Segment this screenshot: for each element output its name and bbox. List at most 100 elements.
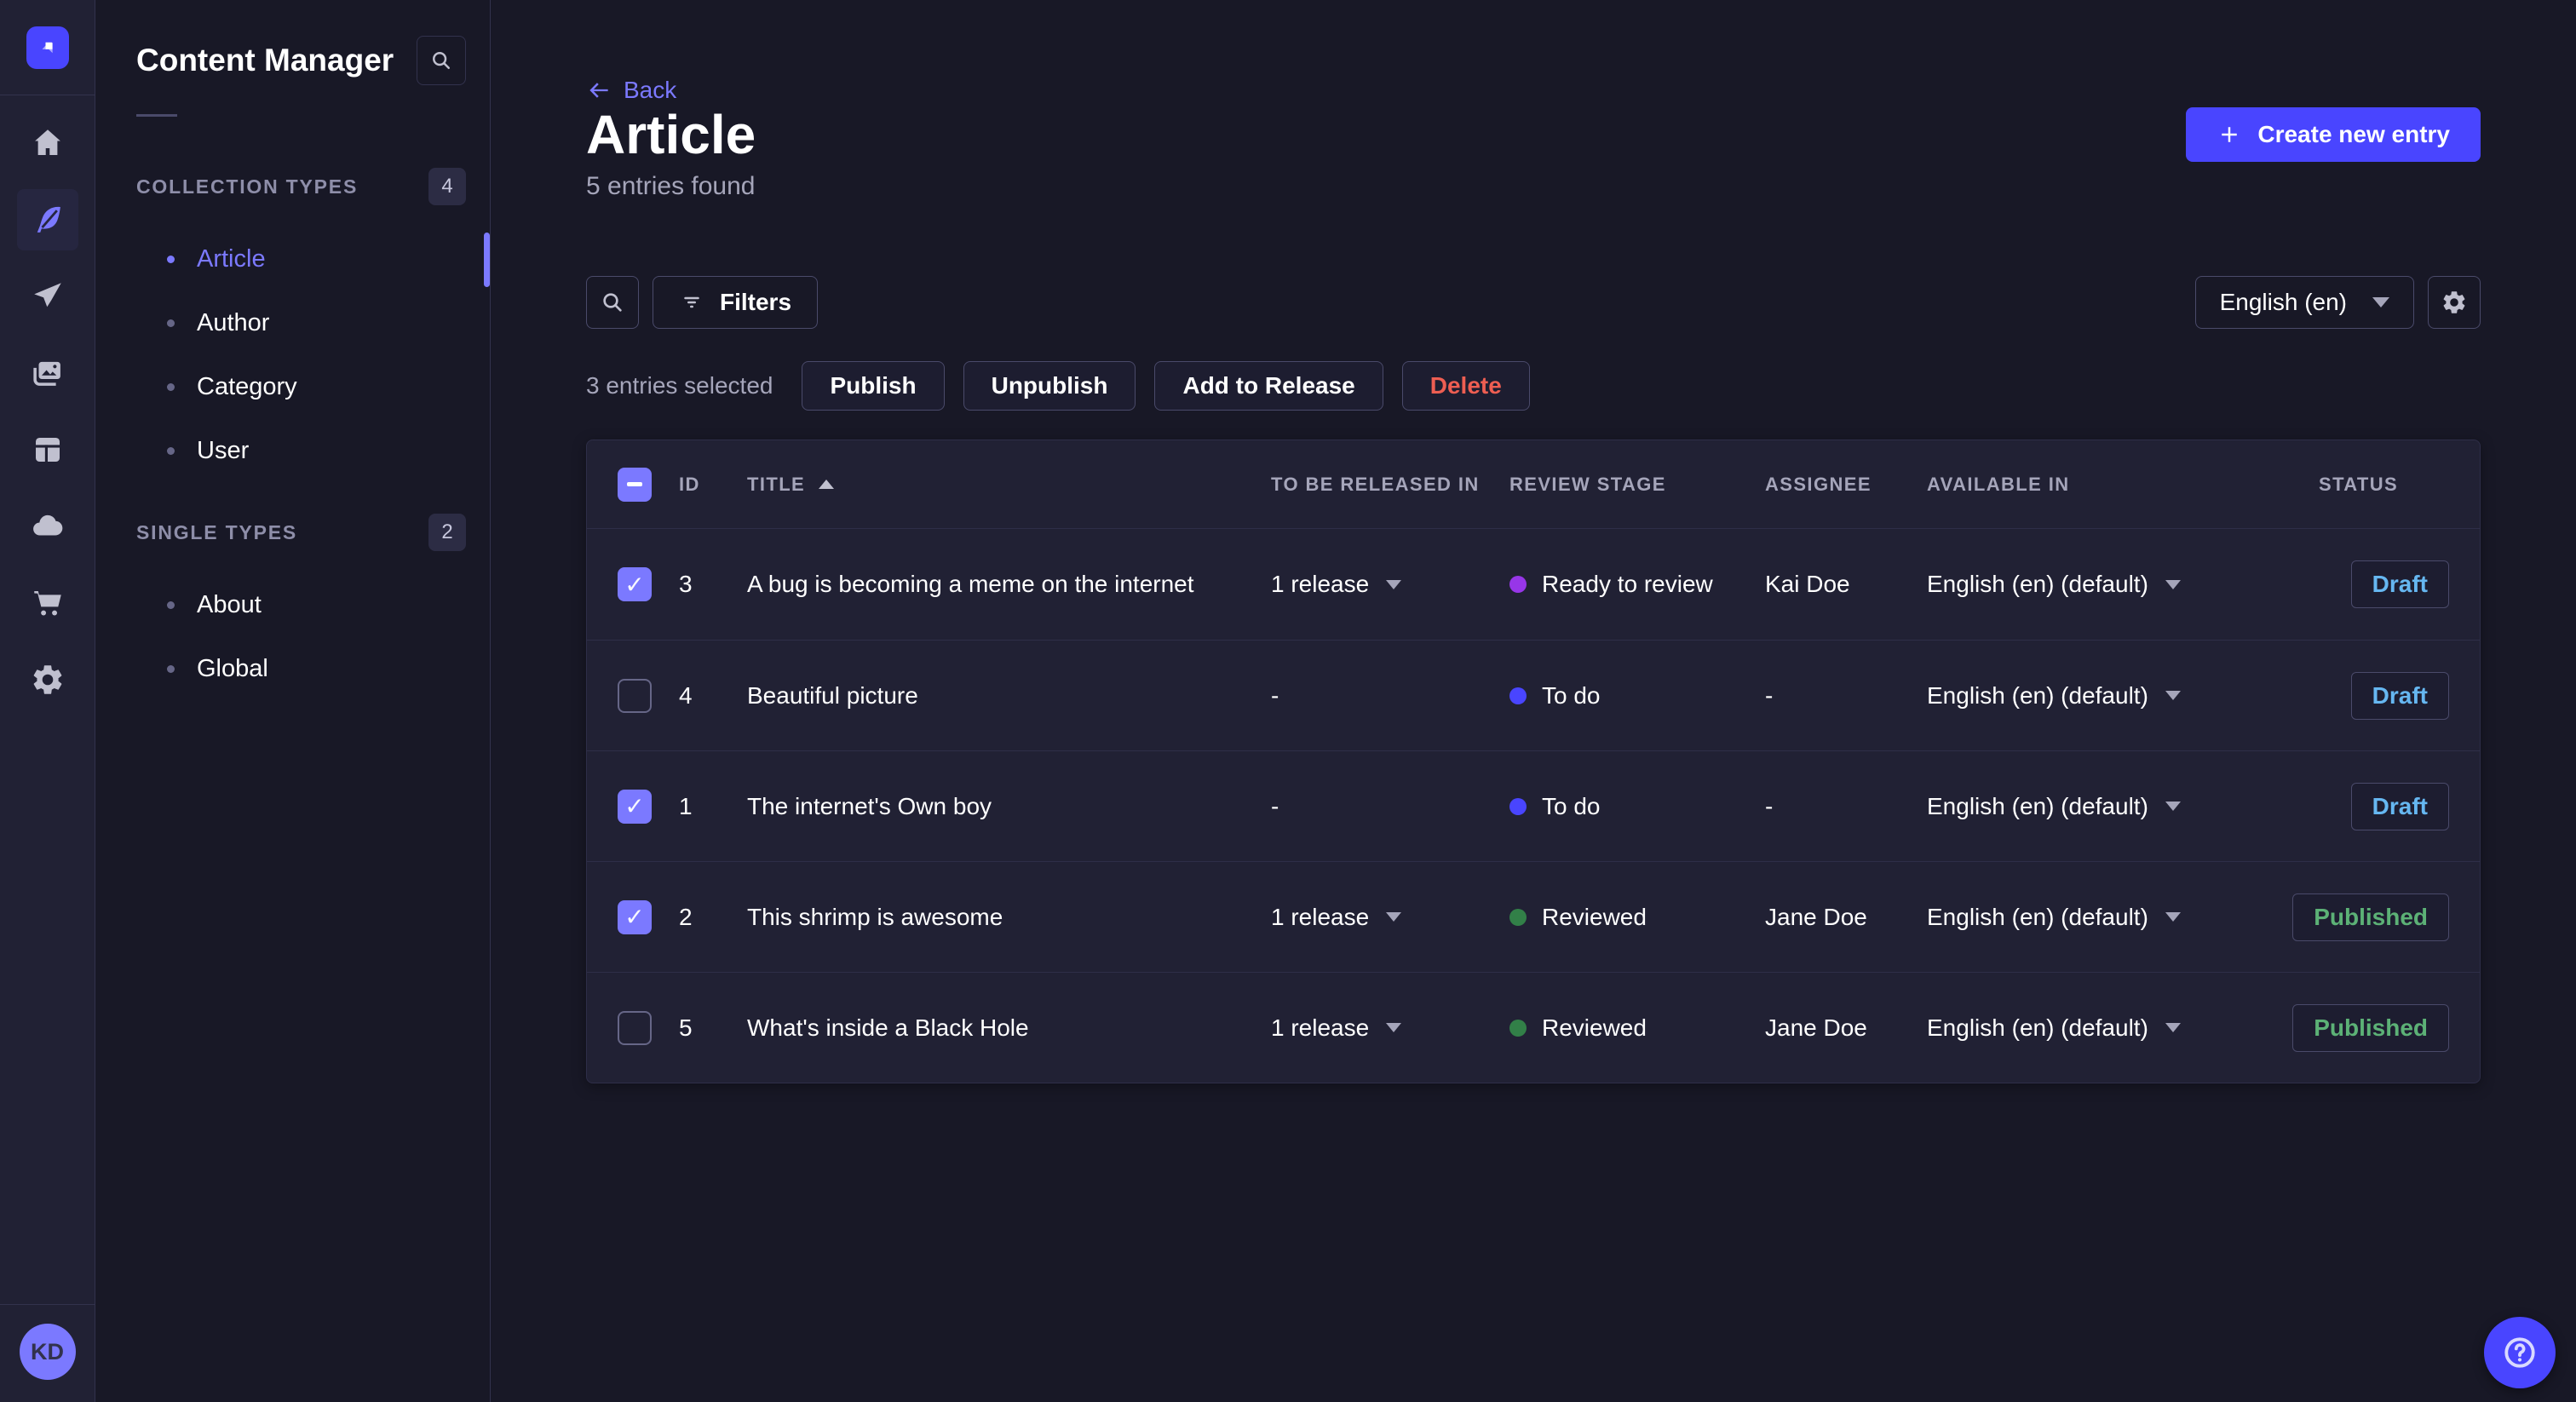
- available-chevron-down-icon[interactable]: [2165, 691, 2181, 700]
- stage-dot-icon: [1509, 576, 1527, 593]
- status-badge: Draft: [2350, 782, 2449, 830]
- table-body: 3 A bug is becoming a meme on the intern…: [587, 529, 2480, 1083]
- view-settings-button[interactable]: [2428, 276, 2481, 329]
- row-available-in: English (en) (default): [1927, 1014, 2148, 1041]
- bullet-icon: [167, 383, 175, 391]
- back-link[interactable]: Back: [586, 77, 676, 104]
- main-nav-rail: KD: [0, 0, 95, 1402]
- row-review-stage: To do: [1542, 792, 1601, 819]
- bullet-icon: [167, 447, 175, 455]
- row-id: 4: [679, 681, 693, 709]
- row-title: The internet's Own boy: [747, 792, 992, 819]
- bullet-icon: [167, 601, 175, 609]
- status-badge: Published: [2292, 1003, 2449, 1052]
- header-id: ID: [679, 473, 700, 495]
- table-row[interactable]: 5 What's inside a Black Hole 1 release R…: [587, 972, 2480, 1083]
- row-review-stage: Ready to review: [1542, 571, 1713, 597]
- table-row[interactable]: 3 A bug is becoming a meme on the intern…: [587, 529, 2480, 640]
- bullet-icon: [167, 319, 175, 327]
- available-chevron-down-icon[interactable]: [2165, 1023, 2181, 1032]
- sidebar-item-article[interactable]: Article: [95, 227, 490, 291]
- row-checkbox[interactable]: [618, 899, 652, 934]
- sidebar-item-label: Category: [197, 373, 297, 400]
- gear-icon[interactable]: [17, 649, 78, 710]
- select-all-checkbox[interactable]: [618, 467, 652, 502]
- sidebar-item-user[interactable]: User: [95, 419, 490, 483]
- row-id: 5: [679, 1014, 693, 1041]
- row-title: What's inside a Black Hole: [747, 1014, 1029, 1041]
- header-assignee: ASSIGNEE: [1765, 473, 1872, 495]
- table-row[interactable]: 1 The internet's Own boy - To do - Engli…: [587, 750, 2480, 861]
- search-icon: [433, 52, 450, 69]
- feather-icon[interactable]: [16, 189, 78, 250]
- available-chevron-down-icon[interactable]: [2165, 802, 2181, 811]
- row-checkbox[interactable]: [618, 567, 652, 601]
- logo-area: [0, 0, 95, 95]
- locale-select[interactable]: English (en): [2194, 276, 2414, 329]
- publish-button[interactable]: Publish: [802, 361, 945, 411]
- strapi-logo-icon[interactable]: [26, 26, 69, 69]
- row-available-in: English (en) (default): [1927, 792, 2148, 819]
- header-title[interactable]: TITLE: [747, 474, 1271, 496]
- gear-icon: [2443, 291, 2465, 313]
- add-to-release-button[interactable]: Add to Release: [1154, 361, 1383, 411]
- search-button[interactable]: [586, 276, 639, 329]
- status-badge: Published: [2292, 893, 2449, 941]
- unpublish-button[interactable]: Unpublish: [963, 361, 1136, 411]
- sidebar-search-button[interactable]: [417, 36, 466, 85]
- title-divider: [136, 114, 177, 117]
- table-row[interactable]: 2 This shrimp is awesome 1 release Revie…: [587, 861, 2480, 972]
- page-title: Article: [586, 104, 756, 165]
- release-chevron-down-icon[interactable]: [1386, 912, 1402, 922]
- stage-dot-icon: [1509, 1019, 1527, 1037]
- main-content: Back Article Create new entry 5 entries …: [491, 0, 2576, 1402]
- row-checkbox[interactable]: [618, 678, 652, 713]
- sidebar-item-label: About: [197, 591, 262, 618]
- paper-plane-icon[interactable]: [17, 266, 78, 327]
- rail-nav-items: [16, 95, 78, 1304]
- row-assignee: Jane Doe: [1765, 1014, 1867, 1041]
- sidebar-item-global[interactable]: Global: [95, 637, 490, 701]
- home-icon[interactable]: [17, 112, 78, 174]
- row-title: A bug is becoming a meme on the internet: [747, 571, 1194, 597]
- entries-table: ID TITLE TO BE RELEASED IN REVIEW STAGE …: [586, 440, 2481, 1083]
- row-checkbox[interactable]: [618, 789, 652, 824]
- layout-icon[interactable]: [17, 419, 78, 480]
- filters-button[interactable]: Filters: [653, 276, 819, 329]
- collection-types-section: COLLECTION TYPES 4 Article Author Catego…: [95, 168, 490, 483]
- sidebar-item-author[interactable]: Author: [95, 291, 490, 355]
- row-id: 3: [679, 571, 693, 597]
- sidebar-item-category[interactable]: Category: [95, 355, 490, 419]
- filter-icon: [684, 296, 699, 308]
- table-row[interactable]: 4 Beautiful picture - To do - English (e…: [587, 640, 2480, 750]
- search-icon: [603, 293, 622, 312]
- row-title: This shrimp is awesome: [747, 903, 1003, 930]
- row-review-stage: To do: [1542, 681, 1601, 709]
- delete-button[interactable]: Delete: [1401, 361, 1530, 411]
- row-available-in: English (en) (default): [1927, 571, 2148, 597]
- media-library-icon[interactable]: [17, 342, 78, 404]
- row-assignee: -: [1765, 681, 1774, 709]
- release-chevron-down-icon[interactable]: [1386, 1023, 1402, 1032]
- row-available-in: English (en) (default): [1927, 903, 2148, 930]
- header-status: STATUS: [2319, 473, 2399, 495]
- bullet-icon: [167, 665, 175, 673]
- row-released-in: -: [1271, 792, 1279, 819]
- available-chevron-down-icon[interactable]: [2165, 912, 2181, 922]
- stage-dot-icon: [1509, 687, 1527, 704]
- row-checkbox[interactable]: [618, 1010, 652, 1045]
- cart-icon[interactable]: [17, 572, 78, 634]
- help-button[interactable]: [2484, 1317, 2556, 1388]
- sidebar-item-label: Author: [197, 309, 270, 336]
- strapi-logo-glyph: [42, 42, 53, 53]
- cloud-icon[interactable]: [17, 496, 78, 557]
- user-avatar[interactable]: KD: [19, 1324, 76, 1380]
- release-chevron-down-icon[interactable]: [1386, 579, 1402, 589]
- available-chevron-down-icon[interactable]: [2165, 579, 2181, 589]
- status-badge: Draft: [2350, 560, 2449, 608]
- row-released-in: 1 release: [1271, 903, 1370, 930]
- create-new-entry-button[interactable]: Create new entry: [2186, 107, 2481, 162]
- bullet-icon: [167, 256, 175, 263]
- section-label: SINGLE TYPES: [136, 520, 298, 543]
- sidebar-item-about[interactable]: About: [95, 573, 490, 637]
